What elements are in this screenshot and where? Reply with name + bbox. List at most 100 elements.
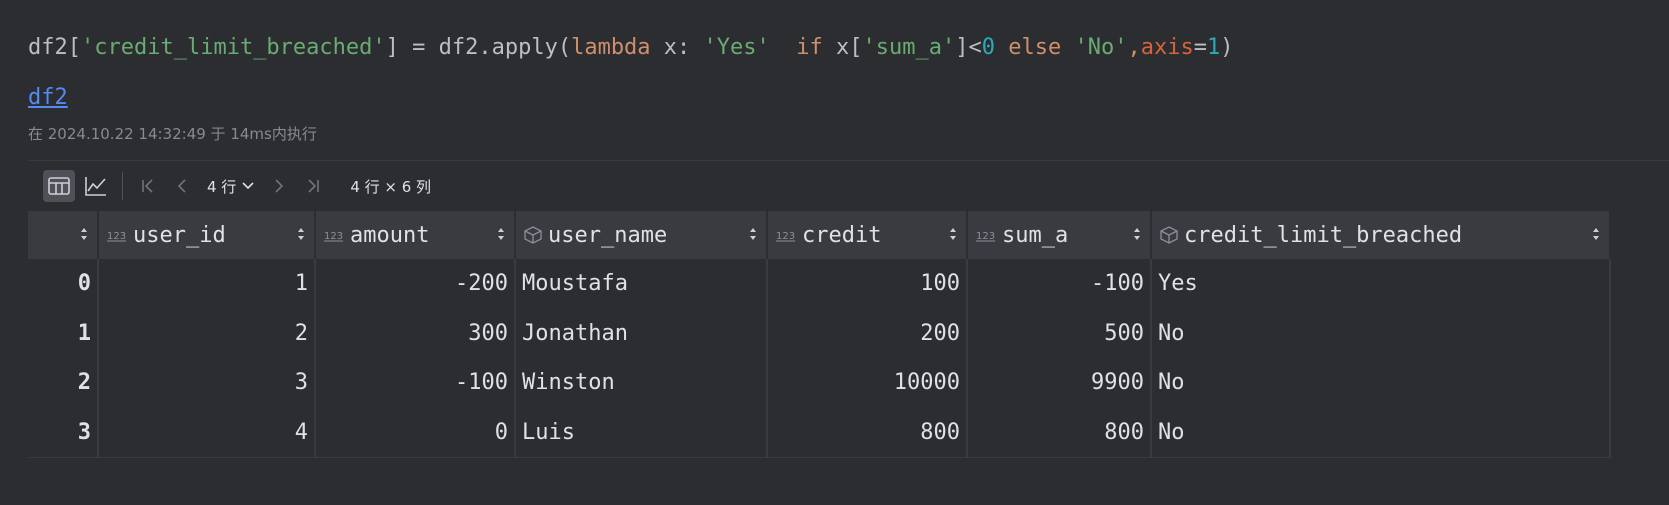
column-name: credit_limit_breached [1184, 222, 1463, 248]
line-chart-icon [85, 177, 106, 196]
chart-view-button[interactable] [80, 170, 112, 202]
dataframe-variable-link[interactable]: df2 [28, 84, 68, 112]
column-name: sum_a [1002, 222, 1069, 248]
user-name-cell[interactable]: Luis [516, 407, 768, 457]
dataframe-shape-label: 4 行 × 6 列 [350, 177, 432, 196]
sort-icon [298, 228, 304, 240]
column-name: user_id [133, 222, 226, 248]
column-header-credit[interactable]: 123 credit [768, 211, 968, 259]
table-body: 0 1 -200 Moustafa 100 -100 Yes 1 2 300 J… [28, 259, 1611, 458]
result-toolbar: 4 行 4 行 × 6 列 [28, 161, 1669, 211]
code-token-zero: 0 [981, 35, 995, 60]
svg-text:123: 123 [324, 231, 343, 242]
code-token-lambda-keyword: lambda [571, 35, 651, 60]
code-token-variable: df2 [28, 35, 68, 60]
next-page-button[interactable] [264, 171, 294, 201]
row-index-cell[interactable]: 3 [28, 407, 99, 457]
code-cell-line[interactable]: df2['credit_limit_breached'] = df2.apply… [28, 34, 1233, 62]
table-grid-icon [48, 177, 70, 195]
user-id-cell[interactable]: 4 [99, 407, 316, 457]
code-token-sum-key: 'sum_a' [862, 35, 956, 60]
sum-a-cell[interactable]: 800 [968, 407, 1152, 457]
numeric-type-icon: 123 [776, 228, 796, 242]
last-page-icon [308, 179, 320, 193]
column-header-user-name[interactable]: user_name [516, 211, 768, 259]
first-page-icon [142, 179, 153, 193]
numeric-type-icon: 123 [324, 228, 344, 242]
code-token-column-key: 'credit_limit_breached' [81, 35, 386, 60]
amount-cell[interactable]: -100 [316, 358, 516, 408]
credit-limit-breached-cell[interactable]: No [1152, 407, 1611, 457]
code-token-yes-string: 'Yes' [703, 35, 770, 60]
amount-cell[interactable]: 300 [316, 308, 516, 358]
credit-cell[interactable]: 100 [768, 259, 968, 309]
table-row: 2 3 -100 Winston 10000 9900 No [28, 358, 1611, 408]
last-page-button[interactable] [298, 171, 328, 201]
sort-icon [1593, 228, 1599, 240]
column-name: credit [802, 222, 882, 248]
column-name: user_name [548, 222, 668, 248]
column-header-amount[interactable]: 123 amount [316, 211, 516, 259]
object-type-icon [1160, 226, 1178, 244]
credit-cell[interactable]: 10000 [768, 358, 968, 408]
toolbar-divider [122, 172, 123, 200]
code-token-assign: ] = df2.apply( [385, 35, 572, 60]
column-header-user-id[interactable]: 123 user_id [99, 211, 316, 259]
code-token-x-index: x[ [822, 35, 863, 60]
row-index-cell[interactable]: 1 [28, 308, 99, 358]
chevron-down-icon [242, 182, 254, 190]
previous-page-button[interactable] [167, 171, 197, 201]
user-name-cell[interactable]: Winston [516, 358, 768, 408]
dataframe-result-panel: 4 行 4 行 × 6 列 123 user_id 123 amount use… [28, 160, 1669, 461]
sum-a-cell[interactable]: -100 [968, 259, 1152, 309]
svg-text:123: 123 [776, 231, 795, 242]
code-token-lambda-arg: x: [650, 35, 704, 60]
sum-a-cell[interactable]: 9900 [968, 358, 1152, 408]
code-token-equals: = [1193, 35, 1207, 60]
table-header-row: 123 user_id 123 amount user_name 123 cre… [28, 211, 1611, 259]
user-name-cell[interactable]: Jonathan [516, 308, 768, 358]
chevron-right-icon [275, 179, 284, 193]
sum-a-cell[interactable]: 500 [968, 308, 1152, 358]
execution-info: 在 2024.10.22 14:32:49 于 14ms内执行 [28, 125, 317, 143]
credit-limit-breached-cell[interactable]: Yes [1152, 259, 1611, 309]
user-id-cell[interactable]: 2 [99, 308, 316, 358]
credit-cell[interactable]: 200 [768, 308, 968, 358]
table-view-button[interactable] [43, 170, 75, 202]
sort-icon [750, 228, 756, 240]
user-id-cell[interactable]: 1 [99, 259, 316, 309]
code-token-bracket: [ [67, 35, 81, 60]
credit-cell[interactable]: 800 [768, 407, 968, 457]
row-index-cell[interactable]: 2 [28, 358, 99, 408]
amount-cell[interactable]: 0 [316, 407, 516, 457]
object-type-icon [524, 226, 542, 244]
chevron-left-icon [177, 179, 186, 193]
column-header-sum-a[interactable]: 123 sum_a [968, 211, 1152, 259]
sort-icon [498, 228, 504, 240]
svg-text:123: 123 [976, 231, 995, 242]
column-header-credit-limit-breached[interactable]: credit_limit_breached [1152, 211, 1611, 259]
rows-per-page-dropdown[interactable]: 4 行 [207, 176, 254, 197]
sort-icon [1134, 228, 1140, 240]
code-token-one: 1 [1206, 35, 1221, 60]
credit-limit-breached-cell[interactable]: No [1152, 358, 1611, 408]
first-page-button[interactable] [133, 171, 163, 201]
user-id-cell[interactable]: 3 [99, 358, 316, 408]
dataframe-table: 123 user_id 123 amount user_name 123 cre… [28, 211, 1611, 458]
column-header-index[interactable] [28, 211, 99, 259]
rows-per-page-label: 4 行 [207, 177, 237, 196]
amount-cell[interactable]: -200 [316, 259, 516, 309]
code-token-else-keyword: else [1008, 35, 1062, 60]
code-token-close-paren: ) [1220, 35, 1234, 60]
table-row: 1 2 300 Jonathan 200 500 No [28, 308, 1611, 358]
table-row: 3 4 0 Luis 800 800 No [28, 407, 1611, 458]
numeric-type-icon: 123 [107, 228, 127, 242]
numeric-type-icon: 123 [976, 228, 996, 242]
credit-limit-breached-cell[interactable]: No [1152, 308, 1611, 358]
code-token-if-keyword: if [796, 35, 823, 60]
row-index-cell[interactable]: 0 [28, 259, 99, 309]
user-name-cell[interactable]: Moustafa [516, 259, 768, 309]
code-token-compare: ]< [955, 35, 982, 60]
sort-icon [950, 228, 956, 240]
